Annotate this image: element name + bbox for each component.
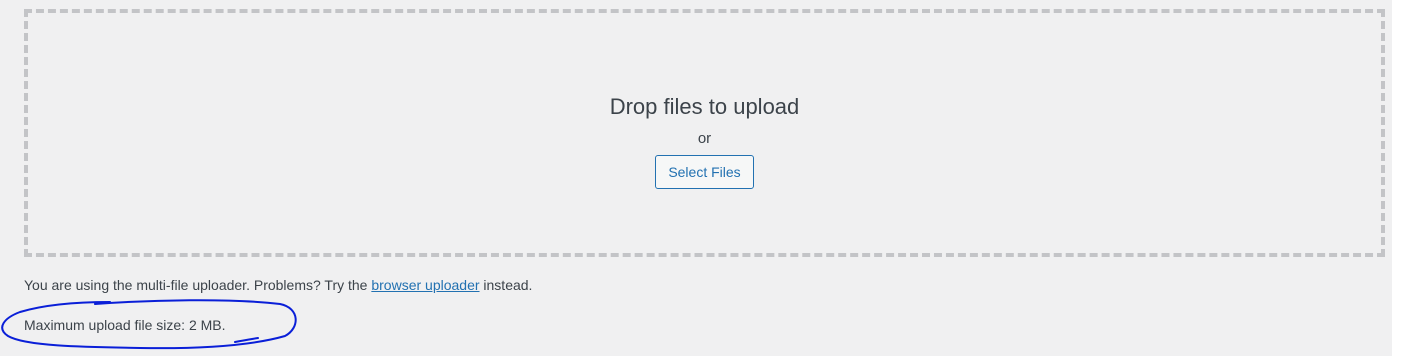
browser-uploader-link[interactable]: browser uploader [371,277,479,293]
uploader-notice: You are using the multi-file uploader. P… [24,275,532,295]
or-separator: or [697,130,712,147]
drop-zone-content: Drop files to upload or Select Files [28,91,1381,189]
max-upload-size: Maximum upload file size: 2 MB. [24,317,226,333]
select-files-button[interactable]: Select Files [655,155,754,189]
uploader-notice-prefix: You are using the multi-file uploader. P… [24,277,372,293]
page-edge-strip [1392,0,1407,356]
file-drop-zone[interactable]: Drop files to upload or Select Files [24,9,1385,257]
uploader-notice-suffix: instead. [479,277,533,293]
drop-files-heading: Drop files to upload [609,94,800,119]
